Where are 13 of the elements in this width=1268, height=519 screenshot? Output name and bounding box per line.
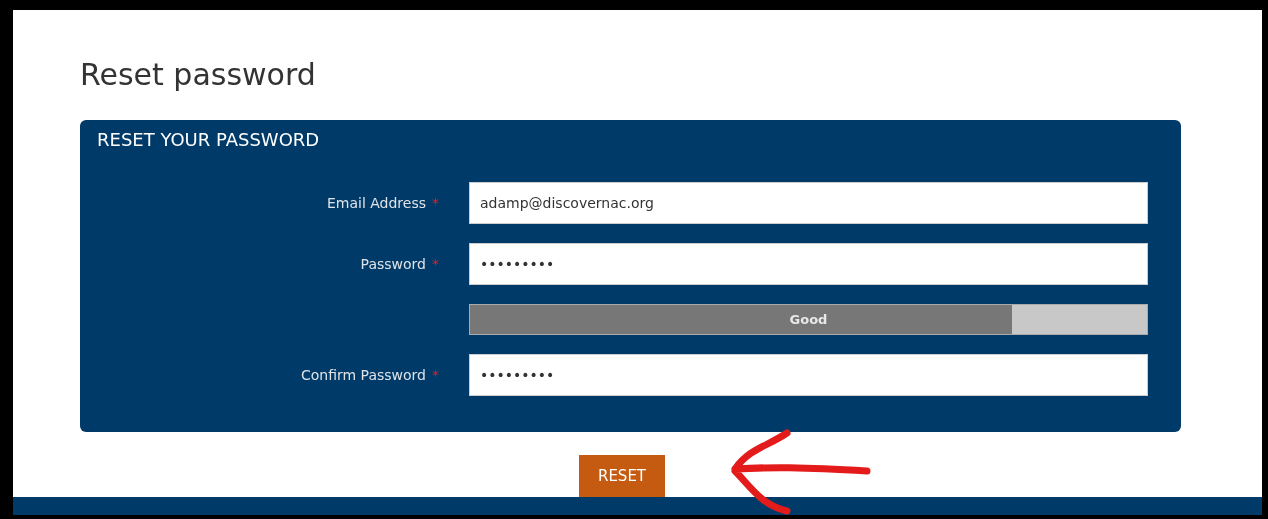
input-field[interactable]: adamp@discovernac.org — [469, 182, 1148, 224]
input-field[interactable]: ••••••••• — [469, 354, 1148, 396]
strength-label: Good — [789, 312, 828, 327]
field-label: Password — [360, 256, 426, 272]
reset-button[interactable]: RESET — [579, 455, 665, 497]
field-label: Confirm Password — [300, 367, 426, 383]
field-label: Email Address — [326, 195, 426, 211]
required-mark: * — [432, 256, 439, 272]
page-title: Reset password — [80, 58, 317, 94]
required-mark: * — [432, 195, 439, 211]
panel-title: RESET YOUR PASSWORD — [97, 129, 320, 150]
required-mark: * — [432, 367, 439, 383]
input-field[interactable]: ••••••••• — [469, 243, 1148, 285]
